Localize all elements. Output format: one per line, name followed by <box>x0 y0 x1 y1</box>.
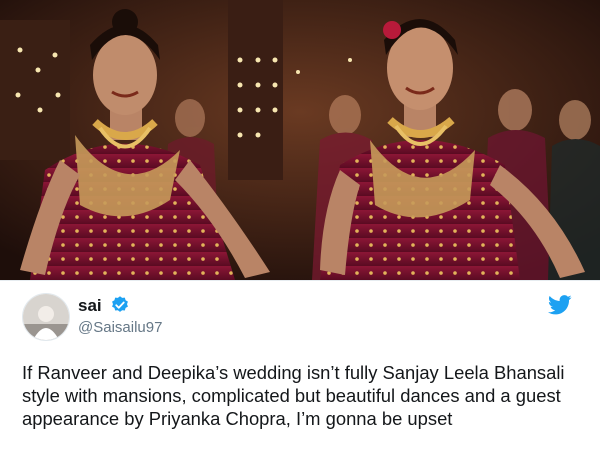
avatar[interactable] <box>22 293 70 341</box>
twitter-bird-icon[interactable] <box>547 295 572 315</box>
movie-still-photo <box>0 0 600 280</box>
tweet-card: sai @Saisailu97 If Ranveer and Deepika’s… <box>0 280 600 450</box>
verified-badge-icon <box>110 295 130 315</box>
tweet-screenshot: sai @Saisailu97 If Ranveer and Deepika’s… <box>0 0 600 450</box>
user-handle[interactable]: @Saisailu97 <box>78 319 162 336</box>
tweet-text: If Ranveer and Deepika’s wedding isn’t f… <box>22 362 565 429</box>
movie-still-illustration <box>0 0 600 280</box>
avatar-photo <box>23 294 69 340</box>
display-name[interactable]: sai <box>78 296 102 316</box>
